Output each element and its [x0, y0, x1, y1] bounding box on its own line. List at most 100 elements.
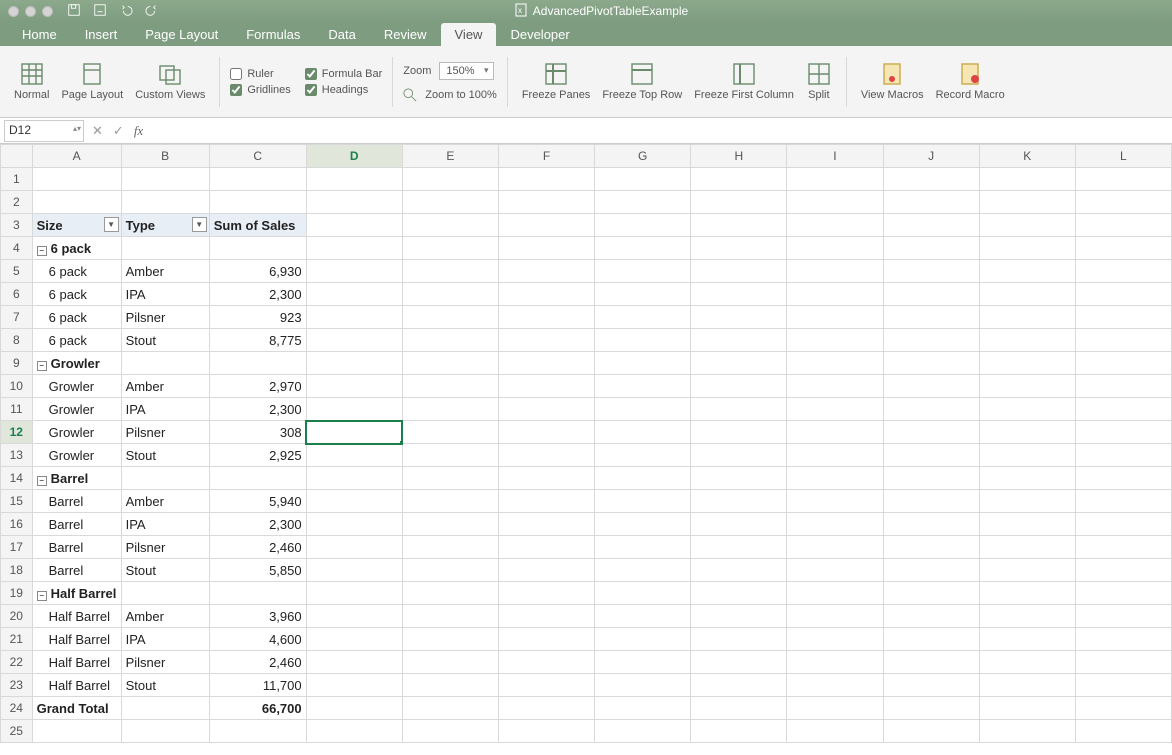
cell-K15[interactable] [979, 490, 1075, 513]
cell-E13[interactable] [402, 444, 498, 467]
cell-K16[interactable] [979, 513, 1075, 536]
select-all-corner[interactable] [1, 145, 33, 168]
row-header-17[interactable]: 17 [1, 536, 33, 559]
cell-J9[interactable] [883, 352, 979, 375]
pivot-row-size[interactable]: 6 pack [32, 283, 121, 306]
cell-J21[interactable] [883, 628, 979, 651]
cell-L5[interactable] [1075, 260, 1171, 283]
cell-F24[interactable] [498, 697, 594, 720]
pivot-row-value[interactable]: 8,775 [209, 329, 306, 352]
cell-B14[interactable] [121, 467, 209, 490]
cell-D8[interactable] [306, 329, 402, 352]
row-header-24[interactable]: 24 [1, 697, 33, 720]
cell-L12[interactable] [1075, 421, 1171, 444]
cell-I13[interactable] [787, 444, 883, 467]
cell-G8[interactable] [595, 329, 691, 352]
zoom-select[interactable]: 150% [439, 62, 493, 80]
row-header-13[interactable]: 13 [1, 444, 33, 467]
cell-I7[interactable] [787, 306, 883, 329]
cell-L13[interactable] [1075, 444, 1171, 467]
cell-L23[interactable] [1075, 674, 1171, 697]
cell-K8[interactable] [979, 329, 1075, 352]
cell-B9[interactable] [121, 352, 209, 375]
pivot-group[interactable]: −Barrel [32, 467, 121, 490]
cell-H3[interactable] [691, 214, 787, 237]
tab-review[interactable]: Review [370, 23, 441, 46]
row-header-5[interactable]: 5 [1, 260, 33, 283]
grand-total-label[interactable]: Grand Total [32, 697, 121, 720]
cell-L14[interactable] [1075, 467, 1171, 490]
cell-E16[interactable] [402, 513, 498, 536]
cell-G20[interactable] [595, 605, 691, 628]
collapse-icon[interactable]: − [37, 591, 47, 601]
cell-E17[interactable] [402, 536, 498, 559]
cell-J18[interactable] [883, 559, 979, 582]
pivot-row-size[interactable]: Half Barrel [32, 605, 121, 628]
view-macros-button[interactable]: View Macros [857, 59, 928, 103]
cell-G15[interactable] [595, 490, 691, 513]
cell-F14[interactable] [498, 467, 594, 490]
row-header-19[interactable]: 19 [1, 582, 33, 605]
collapse-icon[interactable]: − [37, 246, 47, 256]
cell-I5[interactable] [787, 260, 883, 283]
fx-icon[interactable]: fx [134, 123, 143, 139]
cell-J13[interactable] [883, 444, 979, 467]
cell-K1[interactable] [979, 168, 1075, 191]
cell-I25[interactable] [787, 720, 883, 743]
cell-E1[interactable] [402, 168, 498, 191]
pivot-row-size[interactable]: Barrel [32, 536, 121, 559]
filter-icon[interactable]: ▼ [104, 217, 119, 232]
cell-G7[interactable] [595, 306, 691, 329]
cell-K20[interactable] [979, 605, 1075, 628]
cell-E4[interactable] [402, 237, 498, 260]
cell-I1[interactable] [787, 168, 883, 191]
cell-L21[interactable] [1075, 628, 1171, 651]
pivot-row-type[interactable]: Amber [121, 375, 209, 398]
save-as-icon[interactable] [93, 3, 107, 20]
cell-G17[interactable] [595, 536, 691, 559]
cell-J24[interactable] [883, 697, 979, 720]
cell-F16[interactable] [498, 513, 594, 536]
cell-C9[interactable] [209, 352, 306, 375]
cell-J17[interactable] [883, 536, 979, 559]
headings-checkbox[interactable]: Headings [305, 84, 383, 96]
cell-H14[interactable] [691, 467, 787, 490]
ruler-checkbox[interactable]: Ruler [230, 68, 290, 80]
tab-developer[interactable]: Developer [496, 23, 583, 46]
cell-G24[interactable] [595, 697, 691, 720]
collapse-icon[interactable]: − [37, 476, 47, 486]
row-header-3[interactable]: 3 [1, 214, 33, 237]
freeze-panes-button[interactable]: Freeze Panes [518, 59, 594, 103]
pivot-row-type[interactable]: IPA [121, 628, 209, 651]
cell-B2[interactable] [121, 191, 209, 214]
cell-L4[interactable] [1075, 237, 1171, 260]
cell-F10[interactable] [498, 375, 594, 398]
cell-I8[interactable] [787, 329, 883, 352]
cell-E14[interactable] [402, 467, 498, 490]
formula-bar-checkbox[interactable]: Formula Bar [305, 68, 383, 80]
col-header-D[interactable]: D [306, 145, 402, 168]
save-icon[interactable] [67, 3, 81, 20]
cell-E24[interactable] [402, 697, 498, 720]
cell-I19[interactable] [787, 582, 883, 605]
cell-F20[interactable] [498, 605, 594, 628]
cell-G3[interactable] [595, 214, 691, 237]
pivot-row-type[interactable]: Stout [121, 674, 209, 697]
cell-G1[interactable] [595, 168, 691, 191]
cell-L1[interactable] [1075, 168, 1171, 191]
cell-I18[interactable] [787, 559, 883, 582]
pivot-row-size[interactable]: 6 pack [32, 329, 121, 352]
pivot-row-size[interactable]: Growler [32, 375, 121, 398]
cell-K17[interactable] [979, 536, 1075, 559]
pivot-row-value[interactable]: 5,940 [209, 490, 306, 513]
cell-G13[interactable] [595, 444, 691, 467]
cell-H11[interactable] [691, 398, 787, 421]
cell-D17[interactable] [306, 536, 402, 559]
cell-L19[interactable] [1075, 582, 1171, 605]
cell-F13[interactable] [498, 444, 594, 467]
cell-L2[interactable] [1075, 191, 1171, 214]
col-header-A[interactable]: A [32, 145, 121, 168]
cell-E25[interactable] [402, 720, 498, 743]
minimize-window-button[interactable] [25, 6, 36, 17]
cell-D2[interactable] [306, 191, 402, 214]
